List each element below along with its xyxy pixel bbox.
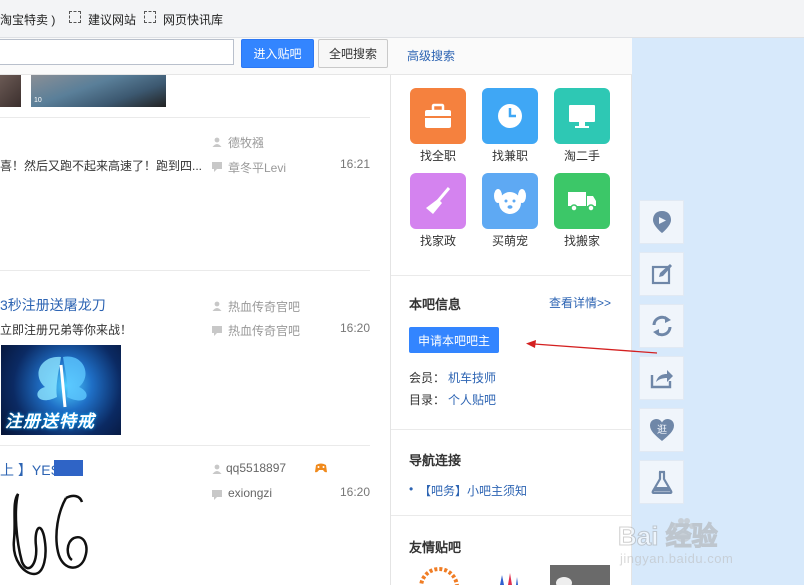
advanced-search-link[interactable]: 高级搜索: [407, 47, 455, 64]
post-last-reply[interactable]: 章冬平Levi: [228, 159, 286, 176]
nav-link-item[interactable]: 【吧务】小吧主须知: [419, 482, 527, 499]
post-time: 16:20: [340, 485, 371, 499]
service-tile-secondhand[interactable]: [554, 88, 610, 144]
flask-icon: [651, 470, 672, 494]
user-icon: [212, 137, 222, 147]
dog-icon: [494, 189, 526, 214]
friend-bar-logo: [556, 577, 572, 585]
service-tile-moving[interactable]: [554, 173, 610, 229]
post-author[interactable]: 德牧襁: [228, 134, 264, 151]
post-author[interactable]: qq5518897: [226, 461, 286, 475]
service-tile-housekeeping[interactable]: [410, 173, 466, 229]
bookmark-taobao[interactable]: 淘宝特卖 ): [0, 11, 55, 28]
watermark-text: Bai 经验: [618, 521, 719, 552]
heart-icon-text: 逛: [657, 423, 667, 436]
heart-icon: 逛: [649, 419, 674, 441]
service-tile-parttime[interactable]: [482, 88, 538, 144]
post-last-reply[interactable]: exiongzi: [228, 486, 272, 500]
bookmark-web-slice[interactable]: 网页快讯库: [163, 11, 223, 28]
post-abstract: 立即注册兄弟等你来战！: [0, 323, 133, 337]
catalog-value-link[interactable]: 个人贴吧: [448, 391, 496, 408]
post-list: 10 喜！然后又跑不起来高速了！跑到四... 德牧襁 章冬平Levi 16:21…: [0, 75, 390, 585]
nav-links-title: 导航连接: [409, 453, 462, 468]
divider: [391, 429, 631, 430]
location-icon: [652, 211, 671, 233]
search-all-button[interactable]: 全吧搜索: [318, 39, 388, 68]
search-input[interactable]: [0, 39, 234, 65]
post-last-reply[interactable]: 热血传奇官吧: [228, 322, 300, 339]
bookmark-page-icon: [69, 11, 81, 23]
service-label[interactable]: 找搬家: [547, 232, 617, 249]
friend-bar-thumbnail[interactable]: [413, 565, 465, 585]
bookmark-page-icon: [144, 11, 156, 23]
tool-heart-button[interactable]: 逛: [639, 408, 684, 452]
bookmarks-bar: 淘宝特卖 ) 建议网站 网页快讯库: [0, 0, 804, 38]
friend-bar-thumbnail[interactable]: [550, 565, 610, 585]
post-author[interactable]: 热血传奇官吧: [228, 298, 300, 315]
apply-bar-owner-button[interactable]: 申请本吧吧主: [409, 327, 499, 353]
divider: [0, 445, 370, 446]
divider: [391, 515, 631, 516]
enter-tieba-button[interactable]: 进入贴吧: [241, 39, 314, 68]
service-label[interactable]: 找家政: [403, 232, 473, 249]
post-image-caption: 注册送特戒: [5, 412, 95, 431]
briefcase-icon: [425, 103, 451, 128]
service-label[interactable]: 找兼职: [475, 147, 545, 164]
post-thumbnail[interactable]: [0, 75, 21, 107]
service-label[interactable]: 买萌宠: [475, 232, 545, 249]
friend-bar-logo: [500, 573, 518, 585]
post-thumbnail[interactable]: 10: [31, 75, 166, 107]
friend-bars-title: 友情贴吧: [409, 540, 462, 555]
post-title[interactable]: 3秒注册送屠龙刀: [0, 295, 106, 315]
tool-edit-button[interactable]: [639, 252, 684, 296]
member-value-link[interactable]: 机车技师: [448, 369, 496, 386]
tool-share-button[interactable]: [639, 356, 684, 400]
friend-bar-logo: [419, 567, 459, 585]
redaction-block: [54, 460, 83, 476]
divider: [0, 117, 370, 118]
user-icon: [212, 301, 222, 311]
truck-icon: [568, 192, 596, 212]
tool-refresh-button[interactable]: [639, 304, 684, 348]
hand-drawn-logo-image: [12, 493, 88, 576]
game-controller-icon: [315, 463, 327, 473]
monitor-icon: [569, 105, 595, 128]
edit-icon: [651, 264, 672, 285]
divider: [0, 270, 370, 271]
tool-location-button[interactable]: [639, 200, 684, 244]
reply-icon: [212, 162, 222, 172]
catalog-label: 目录：: [409, 393, 446, 407]
baidu-jingyan-watermark: Bai 经验 jingyan.baidu.com: [618, 514, 798, 574]
reply-icon: [212, 326, 222, 336]
watermark-url: jingyan.baidu.com: [620, 551, 734, 566]
post-abstract: 喜！然后又跑不起来高速了！跑到四...: [0, 159, 203, 173]
clock-icon: [498, 104, 522, 128]
service-tile-pets[interactable]: [482, 173, 538, 229]
tool-flask-button[interactable]: [639, 460, 684, 504]
post-image[interactable]: 注册送特戒: [1, 345, 121, 435]
sidebar-border: [631, 75, 632, 585]
service-label[interactable]: 找全职: [403, 147, 473, 164]
user-icon: [212, 464, 222, 474]
post-time: 16:21: [340, 157, 371, 171]
reply-icon: [212, 490, 222, 500]
right-sidebar: 找全职 找兼职 淘二手 找家政 买萌宠 找搬家 本吧信息 查看详情>> 申请本吧…: [391, 75, 631, 585]
service-label[interactable]: 淘二手: [547, 147, 617, 164]
share-icon: [650, 370, 673, 389]
bookmark-suggested-sites[interactable]: 建议网站: [88, 11, 136, 28]
bullet: •: [409, 482, 414, 496]
divider: [391, 275, 631, 276]
broom-icon: [426, 187, 451, 214]
bar-info-details-link[interactable]: 查看详情>>: [549, 294, 611, 311]
bar-info-title: 本吧信息: [409, 297, 462, 312]
member-label: 会员：: [409, 371, 446, 385]
search-bar: 进入贴吧 全吧搜索 高级搜索: [0, 38, 632, 75]
post-title[interactable]: 上 】YES: [0, 460, 60, 480]
refresh-icon: [652, 315, 671, 337]
friend-bar-thumbnail[interactable]: [486, 569, 526, 585]
post-time: 16:20: [340, 321, 371, 335]
service-tile-fulltime[interactable]: [410, 88, 466, 144]
